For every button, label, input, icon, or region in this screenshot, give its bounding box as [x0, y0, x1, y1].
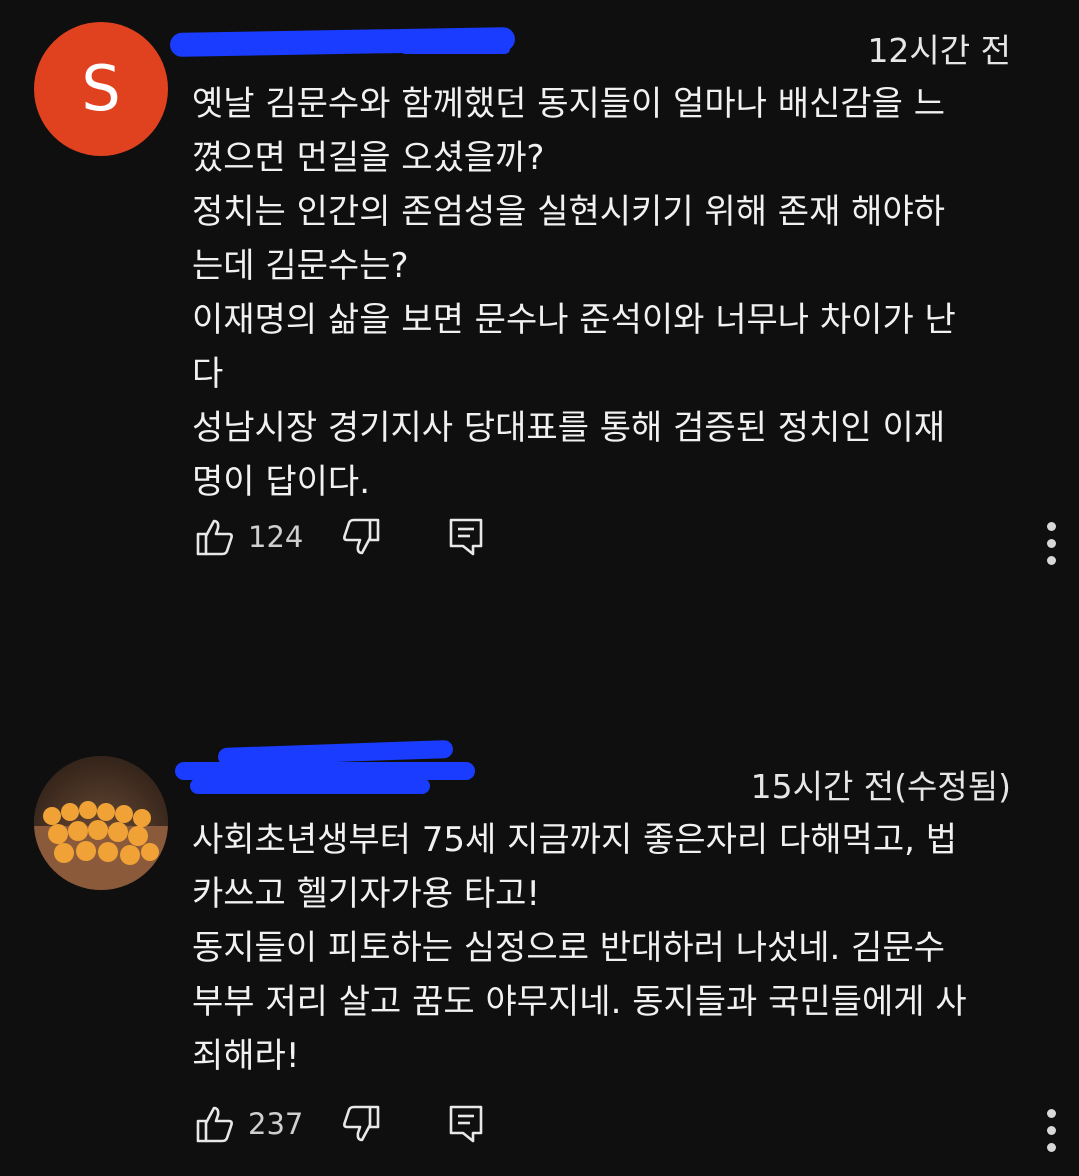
comment-2: 15시간 전(수정됨) 사회초년생부터 75세 지금까지 좋은자리 다해먹고, … [0, 0, 1079, 1176]
comment-timestamp: 15시간 전(수정됨) [750, 767, 1011, 806]
thumbs-up-icon [196, 1104, 234, 1144]
thumbs-down-icon [342, 1104, 380, 1144]
like-count: 237 [248, 1107, 304, 1141]
reply-button[interactable] [448, 1104, 484, 1144]
more-vert-icon [1044, 1109, 1058, 1152]
dislike-button[interactable] [342, 1104, 380, 1144]
comment-reply-icon [448, 1104, 484, 1144]
avatar[interactable] [34, 756, 168, 890]
redacted-username-scribble-2 [190, 778, 430, 794]
more-options-button[interactable] [1044, 1104, 1058, 1154]
comment-text: 사회초년생부터 75세 지금까지 좋은자리 다해먹고, 법 카쓰고 헬기자가용 … [192, 820, 967, 1076]
food-photo-avatar-image [34, 756, 168, 890]
like-button[interactable]: 237 [196, 1104, 303, 1144]
comment-actions: 237 [192, 1104, 1056, 1154]
